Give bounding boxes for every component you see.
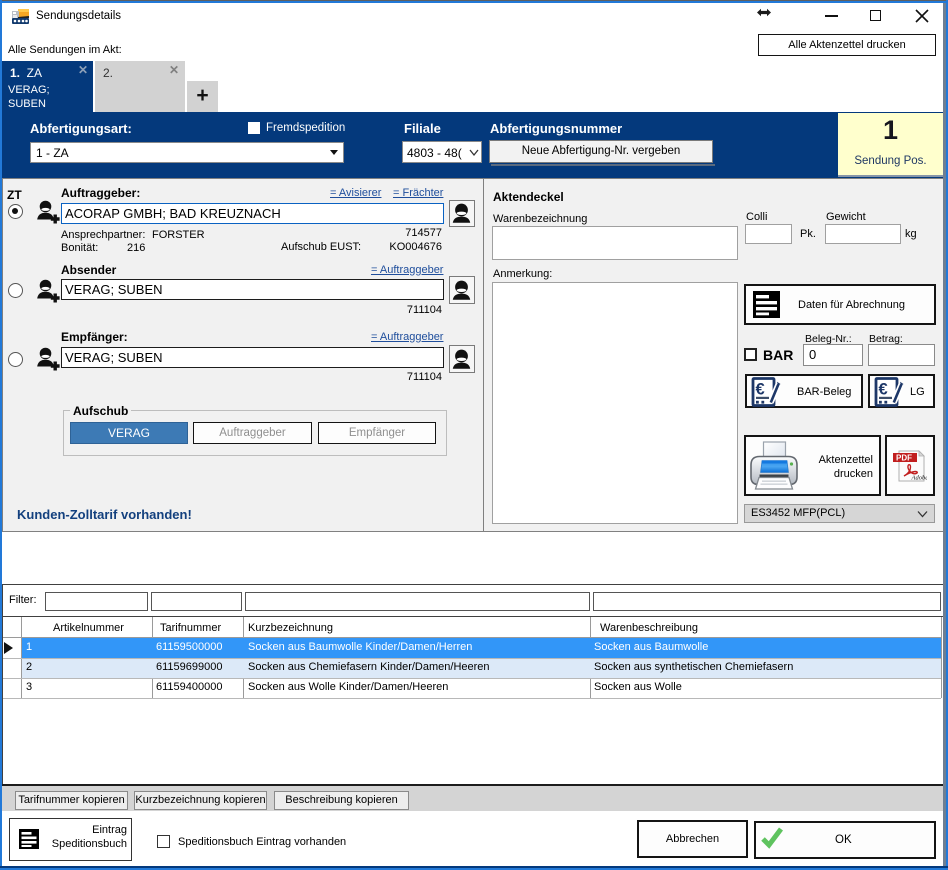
svg-text:€: € — [879, 381, 888, 399]
svg-text:€: € — [756, 381, 765, 399]
svg-text:Adobe: Adobe — [911, 475, 928, 482]
svg-text:PDF: PDF — [896, 454, 912, 463]
